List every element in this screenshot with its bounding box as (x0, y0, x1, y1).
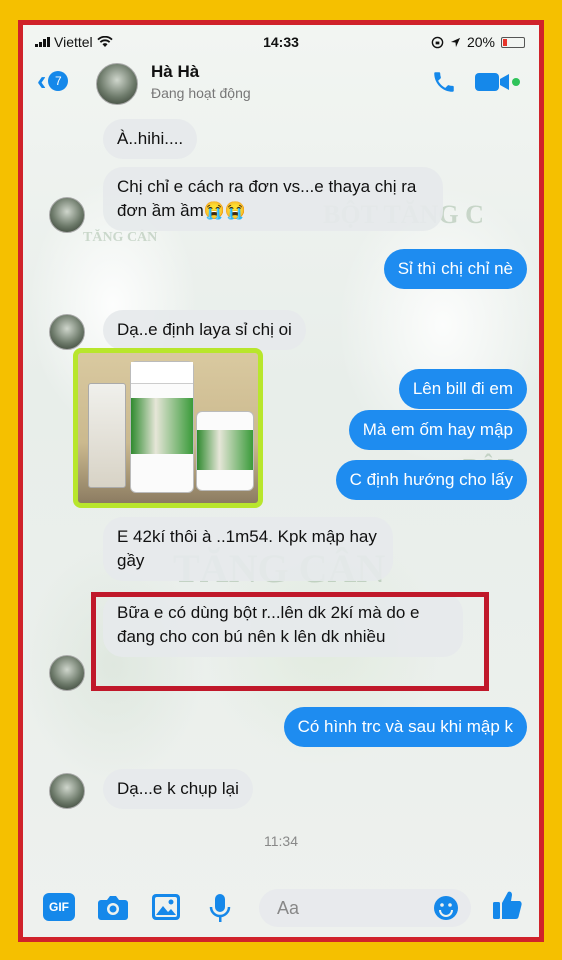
unread-count-badge: 7 (48, 71, 69, 91)
message-incoming[interactable]: E 42kí thôi à ..1m54. Kpk mập hay gầy (103, 517, 393, 581)
message-outgoing[interactable]: Có hình trc và sau khi mập k (283, 707, 527, 747)
contact-avatar-small (49, 773, 85, 809)
background-product-label: TĂNG CÂN (83, 230, 158, 245)
message-incoming[interactable]: Dạ..e định laya sỉ chị oi (103, 310, 306, 350)
battery-percent: 20% (466, 34, 495, 50)
message-outgoing[interactable]: C định hướng cho lấy (335, 460, 527, 500)
time-separator: 11:34 (264, 833, 298, 849)
product-photo[interactable] (73, 348, 263, 508)
milk-glass-image (88, 383, 126, 488)
message-outgoing[interactable]: Sỉ thì chị chỉ nè (383, 249, 527, 289)
video-camera-icon[interactable] (475, 71, 521, 93)
battery-icon (501, 36, 525, 48)
gallery-icon[interactable] (151, 893, 181, 921)
message-input[interactable]: Aa (259, 889, 471, 927)
message-incoming[interactable]: Dạ...e k chụp lại (103, 769, 253, 809)
contact-avatar-small (49, 197, 85, 233)
presence-status: Đang hoạt động (151, 85, 251, 101)
message-outgoing[interactable]: Mà em ốm hay mập (348, 410, 527, 450)
gif-icon[interactable]: GIF (43, 893, 75, 921)
message-incoming[interactable]: À..hihi.... (103, 119, 198, 159)
highlight-box (91, 592, 489, 691)
product-jar-image (130, 361, 194, 493)
contact-avatar-small (49, 655, 85, 691)
message-input-placeholder: Aa (277, 898, 300, 918)
message-outgoing[interactable]: Lên bill đi em (398, 369, 527, 409)
conversation-header: ‹ 7 Hà Hà Đang hoạt động (23, 57, 539, 113)
product-jar-image (196, 411, 254, 491)
contact-avatar[interactable] (96, 63, 138, 105)
phone-icon[interactable] (431, 69, 457, 95)
like-icon[interactable] (491, 889, 523, 921)
location-icon (450, 37, 461, 47)
contact-name[interactable]: Hà Hà (151, 62, 199, 82)
message-incoming[interactable]: Chị chỉ e cách ra đơn vs...e thaya chị r… (103, 167, 443, 231)
emoji-icon[interactable] (433, 895, 459, 921)
message-composer: GIF Aa (23, 875, 539, 937)
lock-rotation-icon (431, 36, 444, 48)
status-bar: Viettel 14:33 20% (23, 25, 539, 57)
contact-avatar-small (49, 314, 85, 350)
back-chevron-icon: ‹ (37, 65, 47, 96)
back-button[interactable]: ‹ 7 (37, 65, 69, 96)
status-right: 20% (431, 34, 525, 50)
microphone-icon[interactable] (209, 893, 231, 923)
camera-icon[interactable] (97, 893, 129, 921)
screenshot-frame: BỘT TĂNG C TĂNG CÂN BỘT TĂNG CÂN Viettel… (18, 20, 544, 942)
